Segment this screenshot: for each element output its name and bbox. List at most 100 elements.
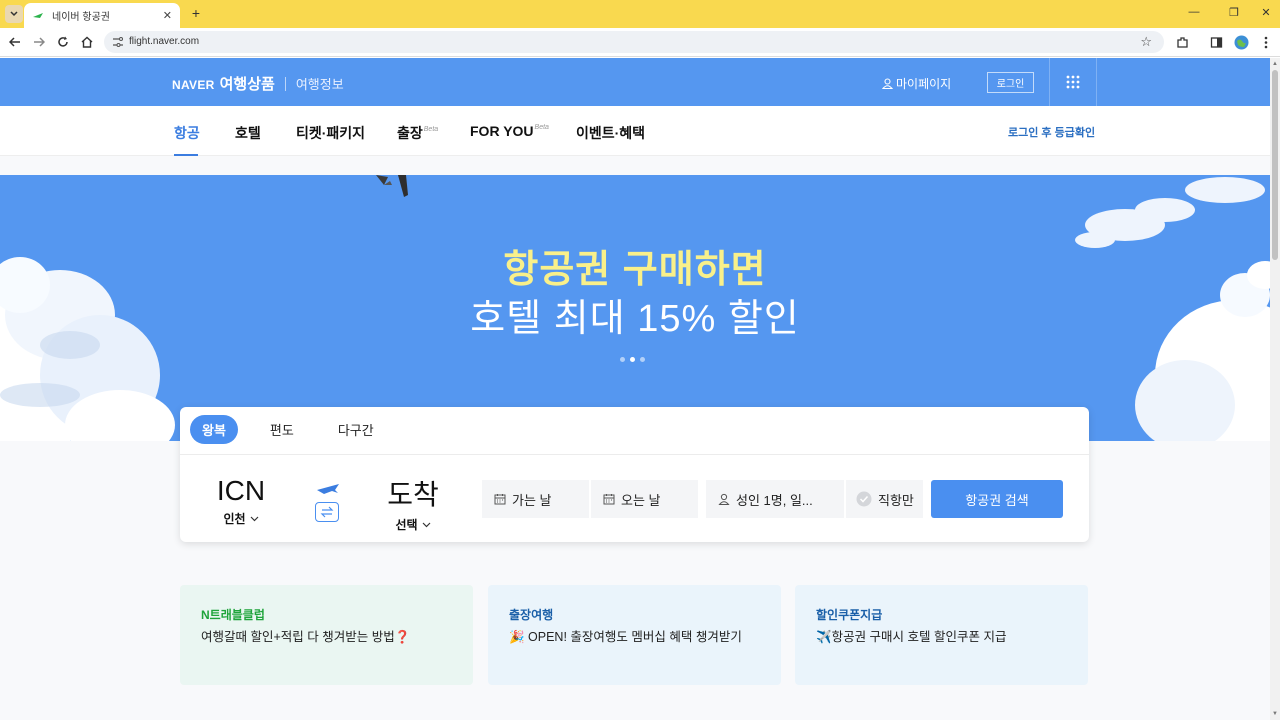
- header-divider: [1096, 58, 1097, 106]
- carousel-dot[interactable]: [640, 357, 645, 362]
- promo-card-business-trip[interactable]: 출장여행 🎉 OPEN! 출장여행도 멤버십 혜택 챙겨받기: [488, 585, 781, 685]
- airplane-icon: [376, 175, 408, 197]
- address-bar[interactable]: flight.naver.com ☆: [104, 31, 1164, 53]
- brand[interactable]: NAVER 여행상품 여행정보: [172, 73, 344, 94]
- scroll-up-arrow-icon[interactable]: ▲: [1271, 60, 1279, 68]
- nav-for-you[interactable]: FOR YOUBeta: [470, 123, 549, 139]
- scrollbar-thumb[interactable]: [1272, 70, 1278, 260]
- return-date-label: 오는 날: [621, 492, 661, 508]
- site-header: NAVER 여행상품 여행정보 마이페이지 로그인: [0, 58, 1270, 106]
- direct-only-toggle[interactable]: 직항만: [846, 480, 923, 518]
- promo-body: ✈️항공권 구매시 호텔 할인쿠폰 지급: [816, 630, 1007, 644]
- promo-card-coupon[interactable]: 할인쿠폰지급 ✈️항공권 구매시 호텔 할인쿠폰 지급: [795, 585, 1088, 685]
- swap-arrows-icon: [320, 506, 334, 518]
- check-circle-icon: [856, 491, 872, 507]
- extensions-icon[interactable]: [1174, 34, 1190, 50]
- carousel-indicator: [620, 357, 645, 362]
- origin-city-label: 인천: [223, 512, 246, 526]
- destination-airport-selector[interactable]: 도착 선택: [380, 473, 446, 533]
- banner-subheadline: 호텔 최대 15% 할인: [470, 298, 800, 340]
- grade-check-link[interactable]: 로그인 후 등급확인: [1008, 124, 1095, 140]
- nav-for-you-label: FOR YOU: [470, 123, 534, 139]
- minimize-icon[interactable]: —: [1186, 6, 1202, 18]
- nav-events[interactable]: 이벤트·혜택: [576, 123, 645, 143]
- category-nav: 항공 호텔 티켓·패키지 출장Beta FOR YOUBeta 이벤트·혜택 로…: [0, 106, 1270, 156]
- chevron-down-icon: [250, 516, 258, 521]
- tab-one-way[interactable]: 편도: [258, 415, 306, 444]
- close-tab-icon[interactable]: ✕: [163, 9, 172, 22]
- url-text: flight.naver.com: [129, 36, 200, 47]
- return-date-field[interactable]: 오는 날: [591, 480, 698, 518]
- depart-date-field[interactable]: 가는 날: [482, 480, 589, 518]
- passenger-label: 성인 1명, 일...: [736, 492, 813, 508]
- login-button[interactable]: 로그인: [987, 72, 1034, 93]
- tab-search-button[interactable]: [5, 5, 23, 23]
- promo-body: 🎉 OPEN! 출장여행도 멤버십 혜택 챙겨받기: [509, 630, 742, 644]
- mypage-link[interactable]: 마이페이지: [882, 75, 951, 92]
- restore-icon[interactable]: ❐: [1226, 6, 1242, 19]
- destination-city: 선택: [380, 516, 446, 533]
- carousel-dot[interactable]: [620, 357, 625, 362]
- home-icon[interactable]: [80, 35, 94, 49]
- beta-badge: Beta: [534, 124, 549, 131]
- promo-banner[interactable]: 항공권 구매하면 호텔 최대 15% 할인: [0, 175, 1270, 441]
- calendar-icon: [494, 494, 506, 505]
- origin-city: 인천: [210, 510, 272, 527]
- brand-separator: [284, 76, 286, 91]
- chevron-down-icon: [422, 522, 430, 527]
- forward-icon[interactable]: [32, 35, 46, 49]
- spacer-band: [0, 156, 1270, 175]
- carousel-dot-active[interactable]: [630, 357, 635, 362]
- nav-business-trip[interactable]: 출장Beta: [397, 123, 438, 143]
- beta-badge: Beta: [423, 126, 439, 133]
- site-info-icon[interactable]: [112, 36, 124, 48]
- header-divider: [1049, 58, 1050, 106]
- browser-menu-icon[interactable]: [1258, 34, 1274, 50]
- tab-round-trip[interactable]: 왕복: [190, 415, 238, 444]
- tab-title: 네이버 항공권: [52, 12, 110, 23]
- promo-card-travel-club[interactable]: N트래블클럽 여행갈때 할인+적립 다 챙겨받는 방법❓: [180, 585, 473, 685]
- nav-business-trip-label: 출장: [397, 125, 423, 141]
- reload-icon[interactable]: [56, 35, 70, 49]
- nav-ticket-package[interactable]: 티켓·패키지: [296, 123, 365, 143]
- promo-title: N트래블클럽: [201, 608, 265, 622]
- scroll-down-arrow-icon[interactable]: ▼: [1271, 710, 1279, 718]
- destination-code: 도착: [387, 479, 439, 510]
- tab-multi-city[interactable]: 다구간: [326, 415, 386, 444]
- close-window-icon[interactable]: ✕: [1258, 6, 1274, 19]
- direct-only-label: 직항만: [878, 492, 914, 508]
- travel-info-link[interactable]: 여행정보: [296, 74, 344, 93]
- flight-search-button[interactable]: 항공권 검색: [931, 480, 1063, 518]
- trip-type-tabs: 왕복 편도 다구간: [190, 415, 406, 444]
- airplane-icon: [317, 484, 339, 494]
- person-icon: [882, 78, 893, 89]
- promo-body: 여행갈때 할인+적립 다 챙겨받는 방법❓: [201, 630, 411, 644]
- banner-headline: 항공권 구매하면: [503, 249, 767, 291]
- person-icon: [718, 493, 730, 505]
- profile-avatar-icon[interactable]: [1233, 34, 1249, 50]
- nav-hotel[interactable]: 호텔: [235, 123, 261, 143]
- naver-flight-favicon-icon: [33, 12, 43, 18]
- naver-logo[interactable]: NAVER: [172, 78, 215, 92]
- destination-city-label: 선택: [395, 518, 418, 532]
- back-icon[interactable]: [8, 35, 22, 49]
- browser-tabstrip: 네이버 항공권 ✕ + — ❐ ✕: [0, 0, 1280, 28]
- browser-toolbar: flight.naver.com ☆: [0, 28, 1280, 57]
- chevron-down-icon: [10, 11, 18, 17]
- card-divider: [180, 454, 1089, 455]
- passenger-selector[interactable]: 성인 1명, 일...: [706, 480, 844, 518]
- mypage-label: 마이페이지: [896, 77, 952, 91]
- depart-date-label: 가는 날: [512, 492, 552, 508]
- promo-title: 출장여행: [509, 608, 554, 622]
- product-title[interactable]: 여행상품: [220, 73, 275, 94]
- browser-tab[interactable]: 네이버 항공권 ✕: [24, 3, 180, 28]
- apps-grid-icon[interactable]: [1066, 75, 1080, 89]
- nav-flight[interactable]: 항공: [174, 123, 200, 143]
- promo-title: 할인쿠폰지급: [816, 608, 883, 622]
- swap-airports-button[interactable]: [315, 502, 339, 522]
- bookmark-star-icon[interactable]: ☆: [1140, 34, 1152, 50]
- side-panel-icon[interactable]: [1208, 34, 1224, 50]
- new-tab-button[interactable]: +: [188, 5, 204, 21]
- origin-airport-selector[interactable]: ICN 인천: [210, 475, 272, 527]
- flight-search-card: 왕복 편도 다구간 ICN 인천 도착 선택 가는 날 오는 날 성인 1명, …: [180, 407, 1089, 542]
